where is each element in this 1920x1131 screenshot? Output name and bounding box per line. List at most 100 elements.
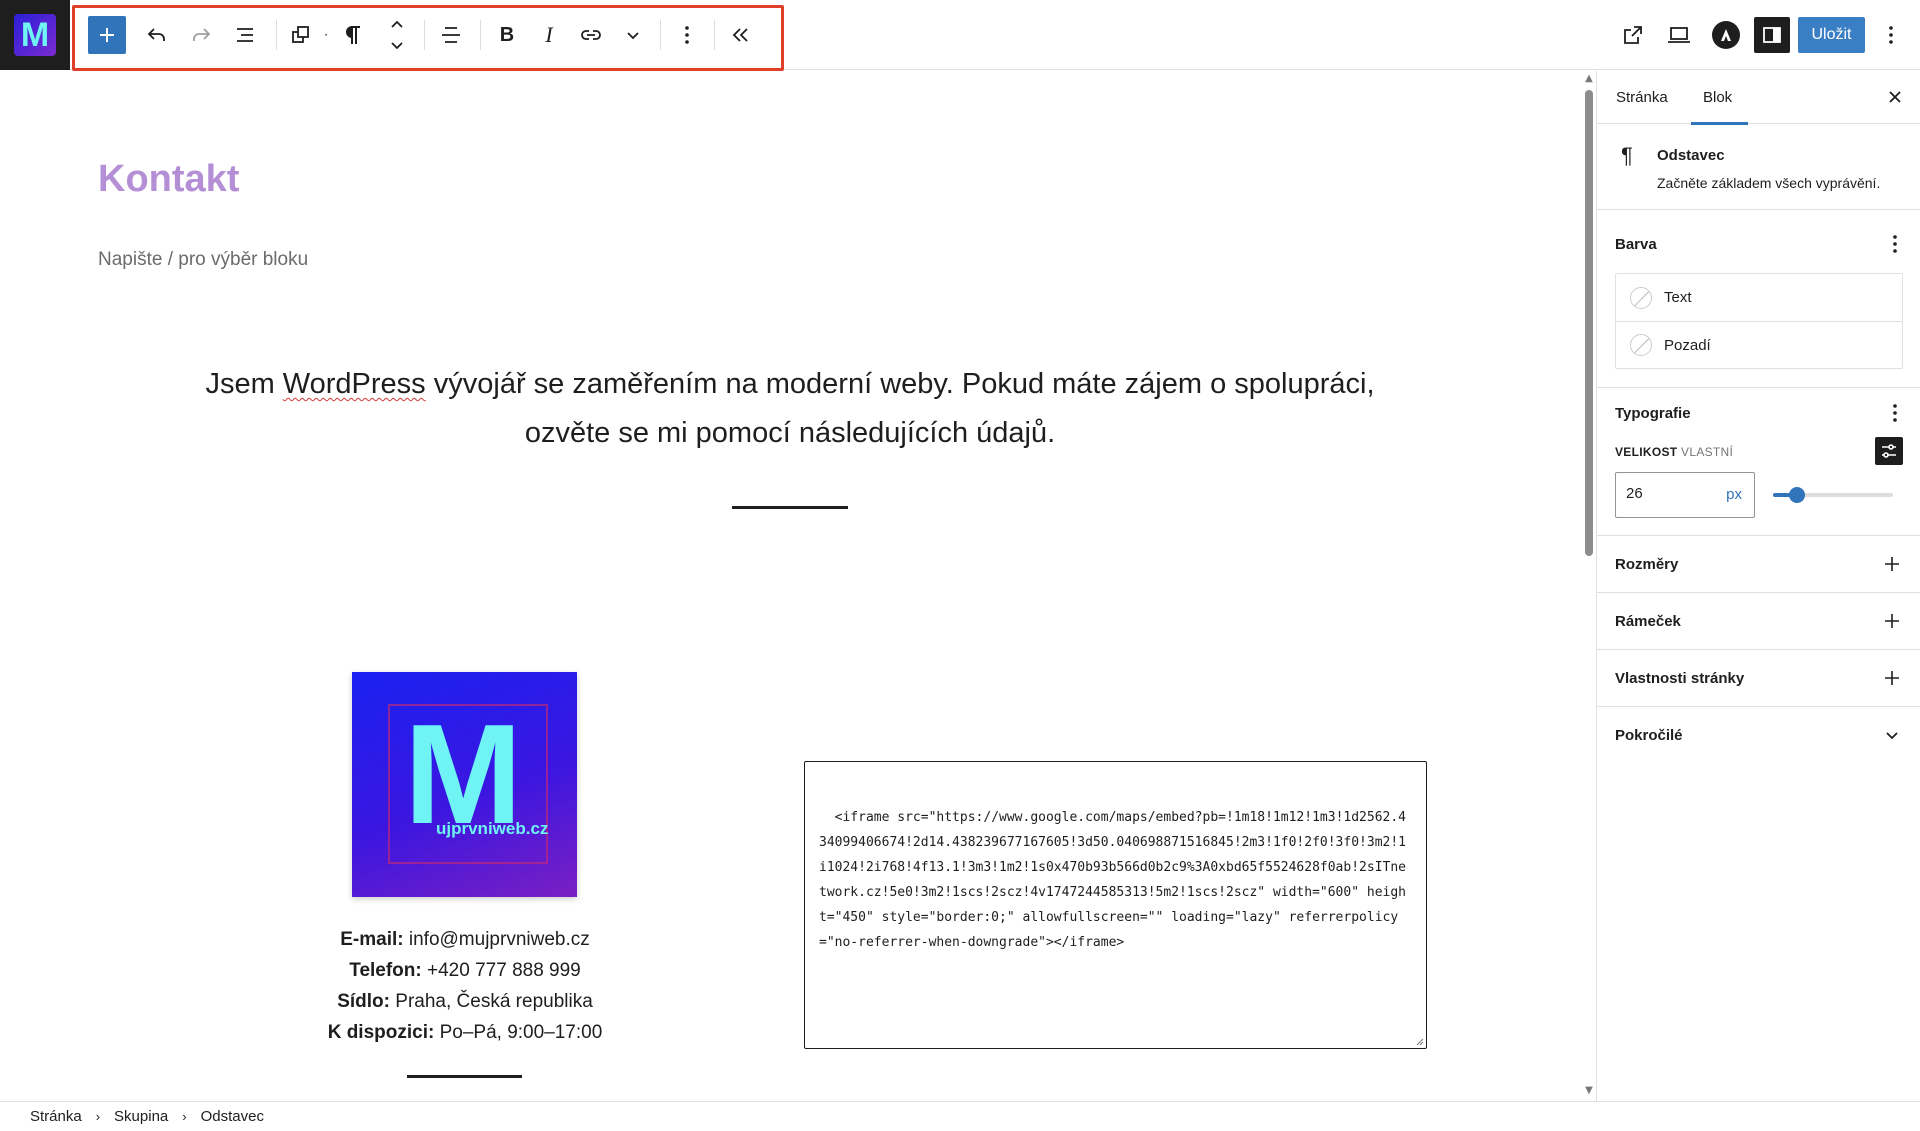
undo-icon (147, 28, 165, 41)
font-size-slider[interactable] (1773, 487, 1893, 503)
font-size-settings-button[interactable] (1875, 437, 1903, 465)
scroll-down-icon[interactable]: ▼ (1582, 1085, 1596, 1097)
dimensions-panel-title[interactable]: Rozměry (1615, 556, 1678, 573)
bold-icon: B (499, 23, 515, 46)
font-size-label: VELIKOST VLASTNÍ (1615, 445, 1734, 459)
breadcrumb-item[interactable]: Stránka (30, 1108, 82, 1125)
italic-button[interactable]: I (532, 16, 566, 54)
separator[interactable] (732, 506, 848, 509)
page-title[interactable]: Kontakt (98, 158, 239, 201)
contact-value: Po–Pá, 9:00–17:00 (434, 1022, 603, 1043)
scroll-up-icon[interactable]: ▲ (1582, 73, 1596, 85)
site-logo[interactable]: M (0, 0, 70, 70)
slider-thumb[interactable] (1789, 487, 1805, 503)
typography-panel-title: Typografie (1615, 405, 1691, 422)
separator[interactable] (407, 1075, 522, 1078)
contact-label: E-mail: (340, 929, 404, 950)
chevron-right-icon: › (182, 1109, 187, 1124)
block-card: ¶ Odstavec Začněte základem všech vypráv… (1597, 125, 1920, 210)
chevron-right-icon: › (95, 1109, 101, 1124)
save-button[interactable]: Uložit (1798, 17, 1865, 53)
settings-sidebar-toggle[interactable] (1754, 17, 1790, 53)
plus-icon[interactable] (1884, 670, 1900, 686)
plus-icon[interactable] (1884, 556, 1900, 572)
intro-paragraph[interactable]: Jsem WordPress vývojář se zaměřením na m… (160, 360, 1420, 458)
resize-handle-icon[interactable] (1414, 1036, 1424, 1046)
toolbar-separator (276, 20, 277, 50)
plus-icon (100, 28, 114, 42)
logo-text: ujprvniweb.cz (436, 819, 549, 838)
device-preview-button[interactable] (1662, 16, 1696, 54)
contact-value: Praha, Česká republika (390, 991, 593, 1012)
block-name: Odstavec (1657, 147, 1725, 164)
list-view-button[interactable] (228, 16, 262, 54)
contact-info[interactable]: E-mail: info@mujprvniweb.cz Telefon: +42… (270, 924, 660, 1048)
border-panel-title[interactable]: Rámeček (1615, 613, 1681, 630)
scrollbar-thumb[interactable] (1585, 90, 1593, 556)
block-options-button[interactable] (670, 16, 704, 54)
color-background-option[interactable]: Pozadí (1616, 321, 1902, 368)
add-block-button[interactable] (88, 16, 126, 54)
contact-value: info@mujprvniweb.cz (403, 929, 590, 950)
view-page-button[interactable] (1616, 16, 1650, 54)
brand-logo-image[interactable]: M ujprvniweb.cz (352, 672, 577, 897)
toolbar-separator (424, 20, 425, 50)
more-options-icon[interactable] (1892, 403, 1898, 423)
color-option-label: Pozadí (1664, 336, 1711, 354)
color-list: Text Pozadí (1615, 273, 1903, 369)
close-icon[interactable] (1885, 87, 1905, 107)
align-button[interactable] (434, 16, 468, 54)
tab-block[interactable]: Blok (1690, 71, 1749, 125)
panel-divider (1597, 387, 1920, 388)
empty-swatch-icon (1630, 286, 1652, 309)
custom-html-textarea[interactable]: <iframe src="https://www.google.com/maps… (804, 761, 1427, 1049)
bold-button[interactable]: B (490, 16, 524, 54)
contact-phone: Telefon: +420 777 888 999 (270, 955, 660, 986)
device-preview-icon (1668, 27, 1690, 43)
more-formatting-button[interactable] (616, 16, 650, 54)
toolbar-separator (660, 20, 661, 50)
astra-button[interactable] (1712, 21, 1740, 49)
link-button[interactable] (574, 16, 608, 54)
block-type-button[interactable] (284, 16, 318, 54)
block-breadcrumb: Stránka › Skupina › Odstavec (0, 1101, 1920, 1131)
options-menu-button[interactable] (1876, 16, 1906, 54)
breadcrumb-item[interactable]: Skupina (114, 1108, 168, 1125)
contact-hours: K dispozici: Po–Pá, 9:00–17:00 (270, 1017, 660, 1048)
spellcheck-word: WordPress (282, 368, 426, 400)
color-text-option[interactable]: Text (1616, 274, 1902, 321)
top-bar: M · B I Uložit (0, 0, 1920, 71)
page-properties-panel-title[interactable]: Vlastnosti stránky (1615, 670, 1744, 687)
panel-divider (1597, 535, 1920, 536)
undo-button[interactable] (140, 16, 174, 54)
font-size-input[interactable] (1626, 485, 1706, 502)
collapse-toolbar-button[interactable] (724, 16, 758, 54)
toolbar-separator (480, 20, 481, 50)
breadcrumb-item[interactable]: Odstavec (201, 1108, 264, 1125)
html-code: <iframe src="https://www.google.com/maps… (819, 810, 1407, 950)
contact-label: Sídlo: (337, 991, 390, 1012)
advanced-panel-title[interactable]: Pokročilé (1615, 727, 1683, 744)
chevron-down-icon (627, 32, 639, 40)
color-option-label: Text (1664, 289, 1692, 306)
astra-icon (1721, 29, 1731, 41)
more-options-icon[interactable] (1892, 234, 1898, 254)
more-options-icon (685, 26, 689, 44)
tab-page[interactable]: Stránka (1616, 71, 1668, 124)
chevron-down-icon[interactable] (1884, 727, 1900, 743)
site-logo-icon: M (14, 14, 56, 56)
font-size-field[interactable]: px (1615, 472, 1755, 518)
redo-button[interactable] (184, 16, 218, 54)
contact-label: Telefon: (349, 960, 422, 981)
duplicate-icon (292, 26, 309, 43)
list-view-icon (237, 28, 253, 42)
panel-divider (1597, 649, 1920, 650)
plus-icon[interactable] (1884, 613, 1900, 629)
external-view-icon (1624, 26, 1642, 44)
paragraph-button[interactable] (336, 16, 370, 54)
font-size-unit[interactable]: px (1726, 486, 1742, 503)
block-placeholder[interactable]: Napište / pro výběr bloku (98, 249, 308, 271)
font-size-mode: VLASTNÍ (1681, 445, 1734, 459)
move-block-button[interactable] (380, 16, 414, 54)
contact-address: Sídlo: Praha, Česká republika (270, 986, 660, 1017)
